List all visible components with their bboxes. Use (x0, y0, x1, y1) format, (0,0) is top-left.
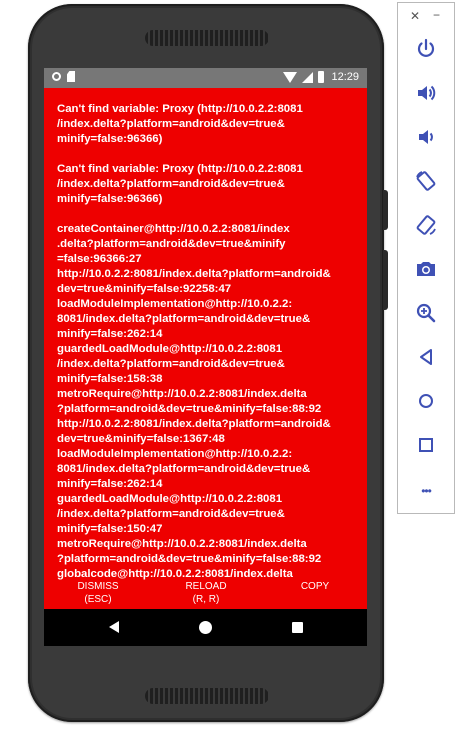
more-button[interactable]: ••• (412, 477, 440, 505)
nav-recents-icon[interactable] (292, 622, 303, 633)
zoom-icon (416, 303, 436, 323)
close-icon[interactable]: ✕ (410, 9, 420, 23)
rotate-left-icon (416, 171, 436, 191)
phone-side-button (383, 190, 388, 230)
dismiss-label: DISMISS (77, 581, 119, 592)
overview-icon (419, 438, 433, 452)
volume-up-icon (418, 85, 436, 101)
navigation-bar (44, 609, 367, 646)
camera-icon (417, 262, 435, 276)
back-button[interactable] (412, 343, 440, 371)
status-bar: 12:29 (44, 68, 367, 88)
bottom-speaker-grille (145, 688, 269, 704)
copy-label: COPY (300, 581, 330, 592)
volume-up-button[interactable] (412, 79, 440, 107)
minimize-icon[interactable]: − (433, 8, 440, 22)
screenshot-button[interactable] (412, 255, 440, 283)
power-icon (417, 38, 435, 57)
error-message: Can't find variable: Proxy (http://10.0.… (57, 103, 303, 145)
more-icon: ••• (421, 484, 432, 498)
nav-home-icon[interactable] (199, 621, 212, 634)
device-screen: 12:29 Can't find variable: Proxy (http:/… (44, 68, 367, 646)
rotate-left-button[interactable] (412, 167, 440, 195)
dismiss-shortcut: (ESC) (84, 594, 112, 605)
power-button[interactable] (412, 35, 440, 63)
back-icon (420, 349, 432, 365)
signal-icon (302, 71, 314, 83)
wifi-icon (283, 71, 298, 83)
volume-down-icon (419, 130, 433, 144)
emulator-window-controls: ✕ − (398, 8, 454, 25)
dismiss-button[interactable]: DISMISS (ESC) (74, 580, 122, 606)
copy-button[interactable]: COPY (297, 580, 333, 593)
phone-volume-rocker (383, 250, 388, 310)
rotate-right-icon (416, 215, 436, 235)
notification-icon (52, 72, 61, 81)
reload-label: RELOAD (185, 581, 227, 592)
zoom-button[interactable] (412, 299, 440, 327)
top-speaker-grille (145, 30, 269, 46)
nav-back-icon[interactable] (109, 621, 119, 633)
stack-trace: createContainer@http://10.0.2.2:8081/ind… (57, 223, 331, 580)
home-button[interactable] (412, 387, 440, 415)
volume-down-button[interactable] (412, 123, 440, 151)
rotate-right-button[interactable] (412, 211, 440, 239)
emulator-toolbar: ✕ − ••• (397, 2, 455, 514)
redbox-error-scroll[interactable]: Can't find variable: Proxy (http://10.0.… (57, 102, 362, 580)
overview-button[interactable] (412, 431, 440, 459)
reload-button[interactable]: RELOAD (R, R) (181, 580, 231, 606)
reload-shortcut: (R, R) (192, 594, 220, 605)
sd-card-icon (67, 71, 75, 82)
error-message-repeat: Can't find variable: Proxy (http://10.0.… (57, 163, 303, 205)
status-time: 12:29 (331, 71, 359, 83)
redbox-action-bar: DISMISS (ESC) RELOAD (R, R) COPY (44, 578, 367, 608)
home-icon (419, 394, 433, 408)
battery-icon (318, 71, 325, 83)
